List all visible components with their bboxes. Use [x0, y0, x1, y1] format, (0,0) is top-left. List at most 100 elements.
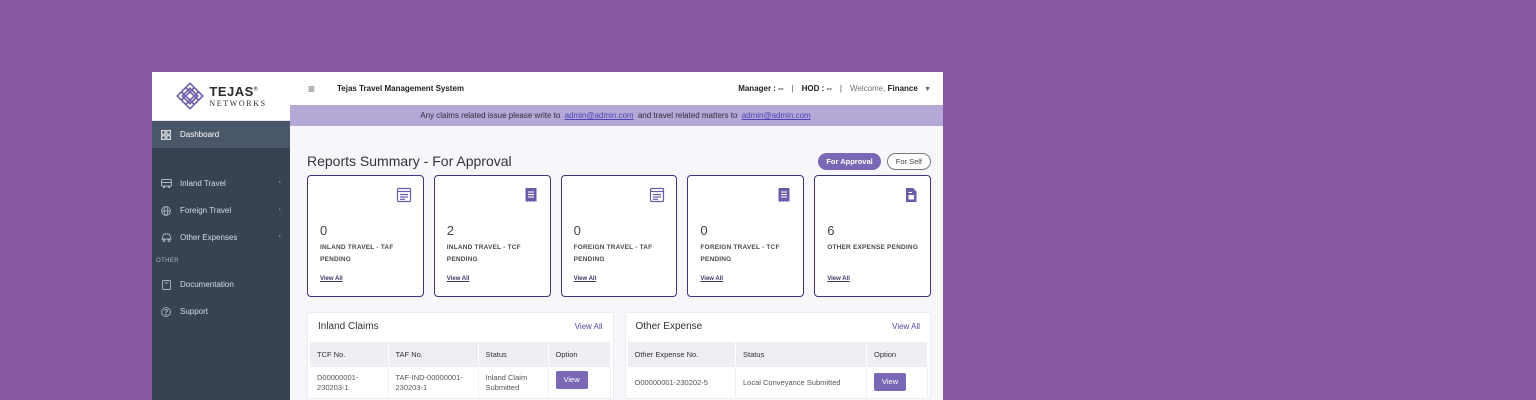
- app-window: TEJAS® NETWORKS Dashboard Inland Travel …: [152, 72, 943, 400]
- cell-expense-no: O00000001-230202-5: [627, 367, 736, 397]
- sidebar-item-inland-travel[interactable]: Inland Travel ‹: [152, 170, 290, 197]
- sidebar-item-documentation[interactable]: Documentation: [152, 271, 290, 298]
- card-label: FOREIGN TRAVEL - TCF PENDING: [700, 244, 780, 263]
- notice-banner: Any claims related issue please write to…: [290, 105, 943, 126]
- separator: |: [791, 84, 794, 93]
- inland-claims-panel: Inland Claims View All TCF No. TAF No. S…: [307, 312, 614, 399]
- for-self-button[interactable]: For Self: [886, 152, 931, 170]
- main-area: ≡ Tejas Travel Management System Manager…: [290, 72, 943, 400]
- brand-logo[interactable]: TEJAS® NETWORKS: [152, 72, 290, 121]
- caret-down-icon: ▼: [924, 86, 931, 93]
- cell-taf-no: TAF-IND-00000001-230203-1: [388, 367, 479, 398]
- card-label: INLAND TRAVEL - TCF PENDING: [446, 244, 521, 263]
- separator: |: [839, 84, 842, 93]
- sidebar-item-label: Documentation: [180, 280, 234, 289]
- view-toggle: For Approval For Self: [818, 152, 931, 170]
- hod-info: HOD : --: [802, 84, 832, 93]
- column-header: Option: [866, 342, 928, 367]
- top-bar: ≡ Tejas Travel Management System Manager…: [290, 72, 943, 105]
- form-icon: [650, 187, 665, 203]
- other-expense-panel: Other Expense View All Other Expense No.…: [624, 312, 931, 399]
- book-icon: [160, 279, 172, 291]
- brand-name: TEJAS: [209, 83, 254, 99]
- notice-text-2: and travel related matters to: [637, 111, 738, 120]
- view-all-link[interactable]: View All: [320, 276, 343, 282]
- view-all-link[interactable]: View All: [575, 322, 603, 331]
- summary-card-foreign-tcf: 0 FOREIGN TRAVEL - TCF PENDING View All: [687, 175, 805, 297]
- card-count: 0: [573, 223, 581, 238]
- column-header: TCF No.: [310, 342, 389, 367]
- panel-title: Other Expense: [635, 321, 703, 332]
- welcome-prefix: Welcome,: [849, 84, 886, 93]
- brand-sub: NETWORKS: [209, 98, 267, 108]
- manager-info: Manager : --: [738, 84, 783, 93]
- sidebar-item-label: Dashboard: [180, 130, 220, 139]
- cell-status: Local Conveyance Submitted: [735, 367, 867, 397]
- globe-icon: [160, 205, 172, 217]
- chevron-left-icon: ‹: [278, 179, 281, 186]
- receipt-icon: [778, 188, 790, 202]
- card-count: 0: [700, 223, 708, 238]
- tables-row: Inland Claims View All TCF No. TAF No. S…: [307, 312, 931, 399]
- column-header: Option: [548, 342, 611, 367]
- view-button[interactable]: View: [555, 371, 588, 389]
- top-right-info: Manager : -- | HOD : -- | Welcome, Finan…: [738, 84, 931, 93]
- summary-card-other-expense: 6 OTHER EXPENSE PENDING View All: [814, 175, 931, 297]
- card-label: OTHER EXPENSE PENDING: [827, 244, 919, 251]
- panel-title: Inland Claims: [318, 321, 379, 332]
- user-menu[interactable]: Welcome, Finance ▼: [850, 84, 931, 93]
- cell-status: Inland Claim Submitted: [478, 367, 549, 398]
- hod-label: HOD :: [801, 84, 825, 93]
- sidebar-item-label: Other Expenses: [180, 233, 238, 242]
- car-icon: [160, 232, 172, 244]
- brand-reg: ®: [253, 86, 258, 93]
- sidebar-item-foreign-travel[interactable]: Foreign Travel ‹: [152, 197, 290, 224]
- sidebar-item-other-expenses[interactable]: Other Expenses ‹: [152, 224, 290, 251]
- dashboard-icon: [160, 129, 172, 141]
- other-expense-table: Other Expense No. Status Option O0000000…: [627, 342, 928, 397]
- hod-value: --: [826, 84, 832, 93]
- page-title: Reports Summary - For Approval: [307, 153, 512, 169]
- manager-label: Manager :: [738, 84, 776, 93]
- summary-cards: 0 INLAND TRAVEL - TAF PENDING View All 2…: [307, 175, 931, 297]
- card-count: 0: [320, 223, 328, 238]
- notice-email-link-2[interactable]: admin@admin.com: [742, 111, 811, 120]
- sidebar-item-support[interactable]: Support: [152, 298, 290, 325]
- receipt-icon: [525, 188, 537, 202]
- view-all-link[interactable]: View All: [892, 322, 920, 331]
- view-all-link[interactable]: View All: [447, 276, 470, 282]
- welcome-user: Finance: [887, 84, 918, 93]
- chevron-left-icon: ‹: [278, 206, 281, 213]
- sidebar-item-dashboard[interactable]: Dashboard: [152, 121, 290, 148]
- card-label: FOREIGN TRAVEL - TAF PENDING: [573, 244, 653, 263]
- hamburger-icon[interactable]: ≡: [308, 82, 315, 96]
- app-title: Tejas Travel Management System: [337, 84, 465, 93]
- sidebar-section-other: OTHER: [156, 258, 179, 264]
- for-approval-button[interactable]: For Approval: [818, 152, 881, 170]
- inland-claims-table: TCF No. TAF No. Status Option D00000001-…: [310, 342, 611, 398]
- table-header-row: Other Expense No. Status Option: [627, 342, 928, 367]
- manager-value: --: [778, 84, 784, 93]
- chevron-left-icon: ‹: [278, 233, 281, 240]
- summary-card-foreign-taf: 0 FOREIGN TRAVEL - TAF PENDING View All: [560, 175, 678, 297]
- view-all-link[interactable]: View All: [700, 276, 723, 282]
- card-count: 6: [827, 223, 835, 238]
- view-all-link[interactable]: View All: [574, 276, 597, 282]
- summary-card-inland-taf: 0 INLAND TRAVEL - TAF PENDING View All: [307, 175, 424, 297]
- card-count: 2: [446, 223, 455, 238]
- bus-icon: [160, 178, 172, 190]
- sidebar: TEJAS® NETWORKS Dashboard Inland Travel …: [152, 72, 290, 400]
- summary-card-inland-tcf: 2 INLAND TRAVEL - TCF PENDING View All: [433, 175, 551, 297]
- help-circle-icon: [160, 306, 172, 318]
- notice-text-1: Any claims related issue please write to: [420, 111, 561, 120]
- column-header: Other Expense No.: [627, 342, 736, 367]
- document-icon: [905, 188, 917, 202]
- notice-email-link-1[interactable]: admin@admin.com: [565, 111, 634, 120]
- view-all-link[interactable]: View All: [827, 276, 850, 282]
- table-row: D00000001-230203-1 TAF-IND-00000001-2302…: [310, 367, 611, 398]
- column-header: Status: [735, 342, 867, 367]
- view-button[interactable]: View: [874, 373, 907, 391]
- table-row: O00000001-230202-5 Local Conveyance Subm…: [627, 367, 928, 397]
- cell-tcf-no: D00000001-230203-1: [310, 367, 389, 398]
- sidebar-item-label: Foreign Travel: [180, 206, 232, 215]
